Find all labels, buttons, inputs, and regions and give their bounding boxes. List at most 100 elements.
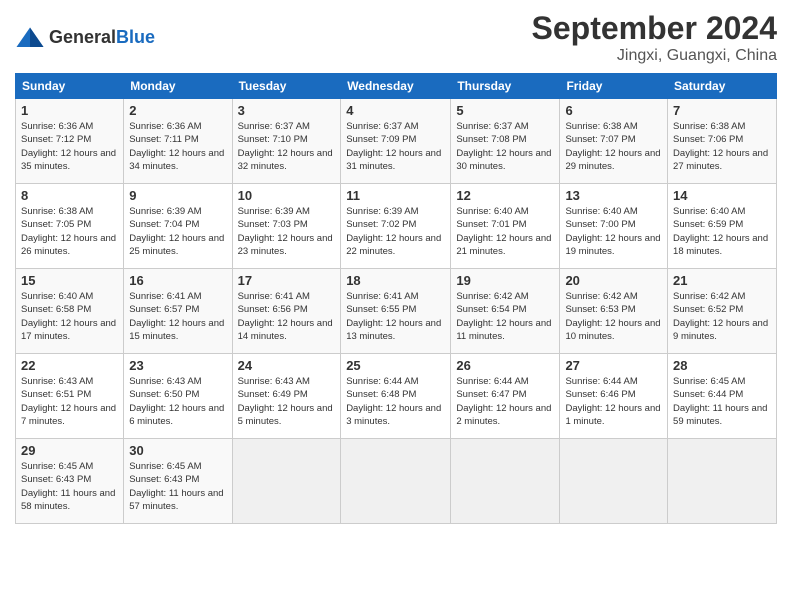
header-tuesday: Tuesday (232, 74, 341, 99)
title-section: September 2024 Jingxi, Guangxi, China (532, 10, 777, 65)
day-number: 21 (673, 273, 771, 288)
day-number: 30 (129, 443, 226, 458)
day-number: 1 (21, 103, 118, 118)
day-info: Sunrise: 6:42 AMSunset: 6:52 PMDaylight:… (673, 290, 771, 343)
day-info: Sunrise: 6:38 AMSunset: 7:07 PMDaylight:… (565, 120, 662, 173)
day-info: Sunrise: 6:40 AMSunset: 6:58 PMDaylight:… (21, 290, 118, 343)
weekday-header-row: Sunday Monday Tuesday Wednesday Thursday… (16, 74, 777, 99)
logo-general: General (49, 27, 116, 47)
table-row (560, 439, 668, 524)
day-info: Sunrise: 6:45 AMSunset: 6:44 PMDaylight:… (673, 375, 771, 428)
day-number: 28 (673, 358, 771, 373)
table-row: 17 Sunrise: 6:41 AMSunset: 6:56 PMDayligh… (232, 269, 341, 354)
table-row: 1 Sunrise: 6:36 AMSunset: 7:12 PMDaylight… (16, 99, 124, 184)
table-row: 20 Sunrise: 6:42 AMSunset: 6:53 PMDayligh… (560, 269, 668, 354)
day-number: 26 (456, 358, 554, 373)
table-row: 18 Sunrise: 6:41 AMSunset: 6:55 PMDayligh… (341, 269, 451, 354)
day-number: 5 (456, 103, 554, 118)
day-info: Sunrise: 6:40 AMSunset: 7:00 PMDaylight:… (565, 205, 662, 258)
page-container: GeneralBlue September 2024 Jingxi, Guang… (0, 0, 792, 534)
table-row: 13Sunrise: 6:40 AMSunset: 7:00 PMDayligh… (560, 184, 668, 269)
header-saturday: Saturday (668, 74, 777, 99)
calendar-week-row: 29 Sunrise: 6:45 AMSunset: 6:43 PMDayligh… (16, 439, 777, 524)
table-row (451, 439, 560, 524)
day-info: Sunrise: 6:45 AMSunset: 6:43 PMDaylight:… (21, 460, 118, 513)
day-info: Sunrise: 6:39 AMSunset: 7:03 PMDaylight:… (238, 205, 336, 258)
day-number: 27 (565, 358, 662, 373)
table-row: 5Sunrise: 6:37 AMSunset: 7:08 PMDaylight… (451, 99, 560, 184)
table-row (668, 439, 777, 524)
day-number: 14 (673, 188, 771, 203)
day-number: 10 (238, 188, 336, 203)
calendar-week-row: 15 Sunrise: 6:40 AMSunset: 6:58 PMDayligh… (16, 269, 777, 354)
logo-blue: Blue (116, 27, 155, 47)
table-row: 25 Sunrise: 6:44 AMSunset: 6:48 PMDayligh… (341, 354, 451, 439)
table-row (341, 439, 451, 524)
day-number: 19 (456, 273, 554, 288)
table-row: 15 Sunrise: 6:40 AMSunset: 6:58 PMDayligh… (16, 269, 124, 354)
table-row: 11Sunrise: 6:39 AMSunset: 7:02 PMDayligh… (341, 184, 451, 269)
day-number: 17 (238, 273, 336, 288)
day-number: 22 (21, 358, 118, 373)
table-row: 9 Sunrise: 6:39 AMSunset: 7:04 PMDaylight… (124, 184, 232, 269)
day-number: 24 (238, 358, 336, 373)
table-row: 14 Sunrise: 6:40 AMSunset: 6:59 PMDayligh… (668, 184, 777, 269)
day-number: 6 (565, 103, 662, 118)
day-info: Sunrise: 6:43 AMSunset: 6:49 PMDaylight:… (238, 375, 336, 428)
table-row: 16Sunrise: 6:41 AMSunset: 6:57 PMDayligh… (124, 269, 232, 354)
calendar-week-row: 8 Sunrise: 6:38 AMSunset: 7:05 PMDaylight… (16, 184, 777, 269)
day-number: 7 (673, 103, 771, 118)
table-row: 26 Sunrise: 6:44 AMSunset: 6:47 PMDayligh… (451, 354, 560, 439)
table-row: 2 Sunrise: 6:36 AMSunset: 7:11 PMDaylight… (124, 99, 232, 184)
month-title: September 2024 (532, 10, 777, 47)
day-number: 4 (346, 103, 445, 118)
day-info: Sunrise: 6:40 AMSunset: 6:59 PMDaylight:… (673, 205, 771, 258)
day-info: Sunrise: 6:40 AMSunset: 7:01 PMDaylight:… (456, 205, 554, 258)
day-info: Sunrise: 6:42 AMSunset: 6:53 PMDaylight:… (565, 290, 662, 343)
table-row: 6 Sunrise: 6:38 AMSunset: 7:07 PMDaylight… (560, 99, 668, 184)
day-info: Sunrise: 6:41 AMSunset: 6:56 PMDaylight:… (238, 290, 336, 343)
day-number: 23 (129, 358, 226, 373)
day-number: 12 (456, 188, 554, 203)
calendar-week-row: 22Sunrise: 6:43 AMSunset: 6:51 PMDayligh… (16, 354, 777, 439)
logo: GeneralBlue (15, 26, 155, 50)
day-number: 29 (21, 443, 118, 458)
day-info: Sunrise: 6:36 AMSunset: 7:11 PMDaylight:… (129, 120, 226, 173)
table-row: 28 Sunrise: 6:45 AMSunset: 6:44 PMDayligh… (668, 354, 777, 439)
day-info: Sunrise: 6:41 AMSunset: 6:55 PMDaylight:… (346, 290, 445, 343)
day-number: 3 (238, 103, 336, 118)
header-thursday: Thursday (451, 74, 560, 99)
day-number: 18 (346, 273, 445, 288)
day-info: Sunrise: 6:38 AMSunset: 7:05 PMDaylight:… (21, 205, 118, 258)
day-info: Sunrise: 6:44 AMSunset: 6:46 PMDaylight:… (565, 375, 662, 428)
table-row: 29 Sunrise: 6:45 AMSunset: 6:43 PMDayligh… (16, 439, 124, 524)
day-number: 11 (346, 188, 445, 203)
day-number: 9 (129, 188, 226, 203)
day-info: Sunrise: 6:45 AMSunset: 6:43 PMDaylight:… (129, 460, 226, 513)
table-row (232, 439, 341, 524)
day-info: Sunrise: 6:36 AMSunset: 7:12 PMDaylight:… (21, 120, 118, 173)
day-info: Sunrise: 6:37 AMSunset: 7:09 PMDaylight:… (346, 120, 445, 173)
header-friday: Friday (560, 74, 668, 99)
day-number: 20 (565, 273, 662, 288)
table-row: 27 Sunrise: 6:44 AMSunset: 6:46 PMDayligh… (560, 354, 668, 439)
day-info: Sunrise: 6:38 AMSunset: 7:06 PMDaylight:… (673, 120, 771, 173)
header: GeneralBlue September 2024 Jingxi, Guang… (15, 10, 777, 65)
calendar-week-row: 1 Sunrise: 6:36 AMSunset: 7:12 PMDaylight… (16, 99, 777, 184)
table-row: 23Sunrise: 6:43 AMSunset: 6:50 PMDayligh… (124, 354, 232, 439)
day-info: Sunrise: 6:39 AMSunset: 7:04 PMDaylight:… (129, 205, 226, 258)
table-row: 4 Sunrise: 6:37 AMSunset: 7:09 PMDaylight… (341, 99, 451, 184)
table-row: 10 Sunrise: 6:39 AMSunset: 7:03 PMDayligh… (232, 184, 341, 269)
logo-text: GeneralBlue (49, 27, 155, 48)
day-number: 25 (346, 358, 445, 373)
table-row: 12 Sunrise: 6:40 AMSunset: 7:01 PMDayligh… (451, 184, 560, 269)
day-info: Sunrise: 6:44 AMSunset: 6:47 PMDaylight:… (456, 375, 554, 428)
day-info: Sunrise: 6:44 AMSunset: 6:48 PMDaylight:… (346, 375, 445, 428)
table-row: 22Sunrise: 6:43 AMSunset: 6:51 PMDayligh… (16, 354, 124, 439)
day-number: 15 (21, 273, 118, 288)
location-title: Jingxi, Guangxi, China (532, 47, 777, 65)
day-number: 8 (21, 188, 118, 203)
table-row: 24 Sunrise: 6:43 AMSunset: 6:49 PMDayligh… (232, 354, 341, 439)
day-info: Sunrise: 6:41 AMSunset: 6:57 PMDaylight:… (129, 290, 226, 343)
day-number: 2 (129, 103, 226, 118)
